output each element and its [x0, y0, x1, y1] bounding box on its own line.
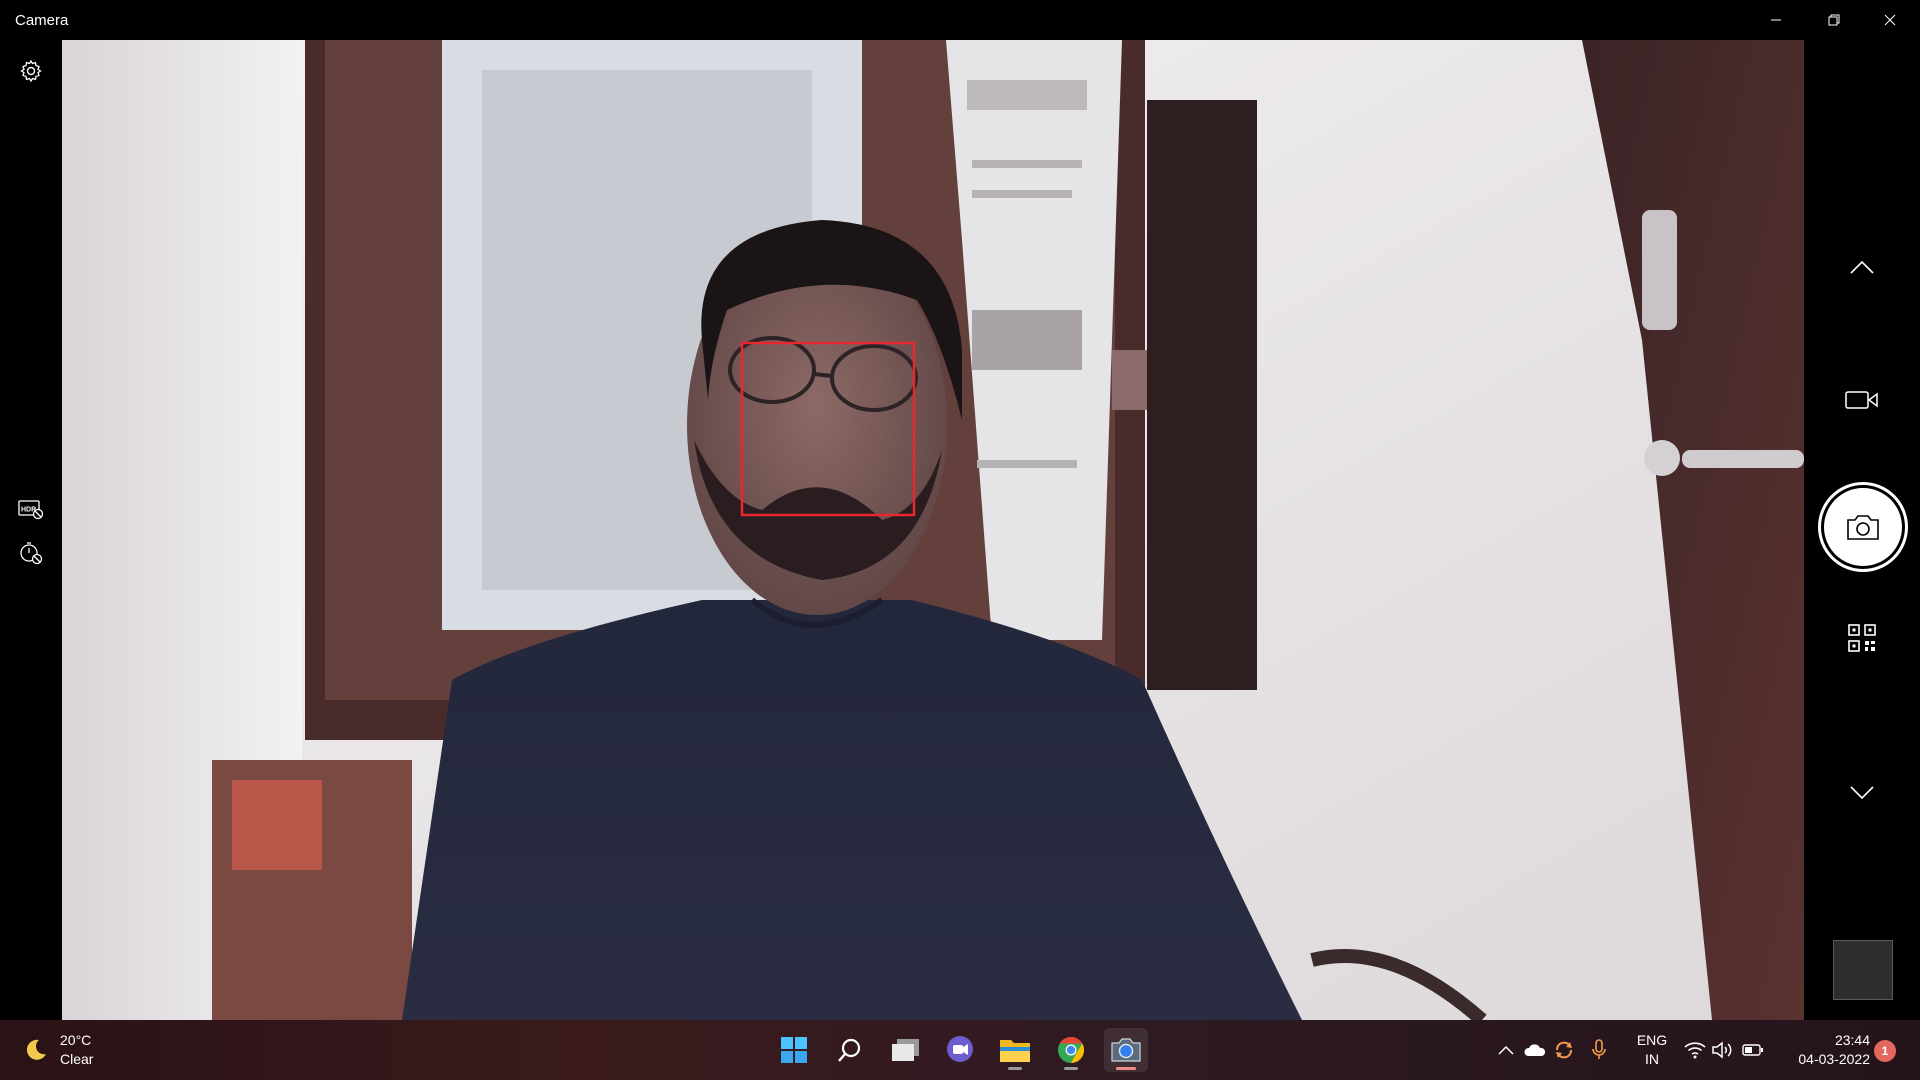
- camera-feed: [62, 40, 1804, 1020]
- camera-viewfinder: [62, 40, 1804, 1020]
- notification-badge[interactable]: 1: [1874, 1040, 1896, 1062]
- task-view-icon[interactable]: [884, 1028, 928, 1072]
- weather-temperature: 20°C: [60, 1032, 92, 1048]
- weather-condition: Clear: [60, 1051, 94, 1067]
- weather-widget[interactable]: 20°C Clear: [24, 1030, 93, 1070]
- chevron-up-icon[interactable]: [1494, 1038, 1518, 1062]
- language-code: ENG: [1636, 1032, 1668, 1048]
- gear-icon[interactable]: [14, 54, 48, 88]
- language-region: IN: [1645, 1051, 1659, 1067]
- moon-icon: [26, 1039, 46, 1060]
- microphone-icon[interactable]: [1587, 1038, 1611, 1062]
- sync-icon[interactable]: [1552, 1038, 1576, 1062]
- camera-window: Camera HDR: [0, 0, 1920, 1020]
- close-icon: [1884, 14, 1896, 26]
- app-title: Camera: [15, 12, 69, 29]
- close-button[interactable]: [1862, 0, 1918, 40]
- clock-time: 23:44: [1834, 1032, 1870, 1048]
- left-toolbar: HDR: [0, 40, 62, 1020]
- minimize-icon: [1771, 19, 1781, 21]
- battery-icon[interactable]: [1741, 1038, 1765, 1062]
- chevron-down-icon[interactable]: [1841, 772, 1883, 814]
- minimize-button[interactable]: [1748, 0, 1804, 40]
- search-icon[interactable]: [828, 1028, 872, 1072]
- clock-date: 04-03-2022: [1798, 1051, 1870, 1067]
- volume-icon[interactable]: [1711, 1038, 1735, 1062]
- app-active-indicator: [1116, 1067, 1136, 1070]
- onedrive-icon[interactable]: [1523, 1038, 1547, 1062]
- teams-chat-icon[interactable]: [938, 1028, 982, 1072]
- right-toolbar: [1804, 40, 1920, 1020]
- file-explorer-icon[interactable]: [993, 1028, 1037, 1072]
- restore-icon: [1828, 14, 1840, 26]
- app-running-indicator: [1064, 1067, 1078, 1070]
- restore-button[interactable]: [1806, 0, 1862, 40]
- chrome-icon[interactable]: [1049, 1028, 1093, 1072]
- taskbar: 20°C Clear ENG IN 23:44 04-03-2022 1: [0, 1020, 1920, 1080]
- windows-start-icon[interactable]: [772, 1028, 816, 1072]
- camera-icon: [1824, 488, 1902, 566]
- app-running-indicator: [1008, 1067, 1022, 1070]
- clock[interactable]: 23:44 04-03-2022: [1776, 1031, 1870, 1069]
- title-bar: Camera: [0, 0, 1920, 40]
- last-capture-thumbnail[interactable]: [1833, 940, 1893, 1000]
- language-indicator[interactable]: ENG IN: [1632, 1031, 1672, 1069]
- hdr-off-icon[interactable]: HDR: [14, 492, 48, 526]
- qr-code-icon[interactable]: [1841, 617, 1883, 659]
- take-photo-button[interactable]: [1818, 482, 1908, 572]
- wifi-icon[interactable]: [1683, 1038, 1707, 1062]
- camera-app-icon[interactable]: [1104, 1028, 1148, 1072]
- chevron-up-icon[interactable]: [1841, 246, 1883, 288]
- timer-off-icon[interactable]: [14, 536, 48, 570]
- video-camera-icon[interactable]: [1841, 379, 1883, 421]
